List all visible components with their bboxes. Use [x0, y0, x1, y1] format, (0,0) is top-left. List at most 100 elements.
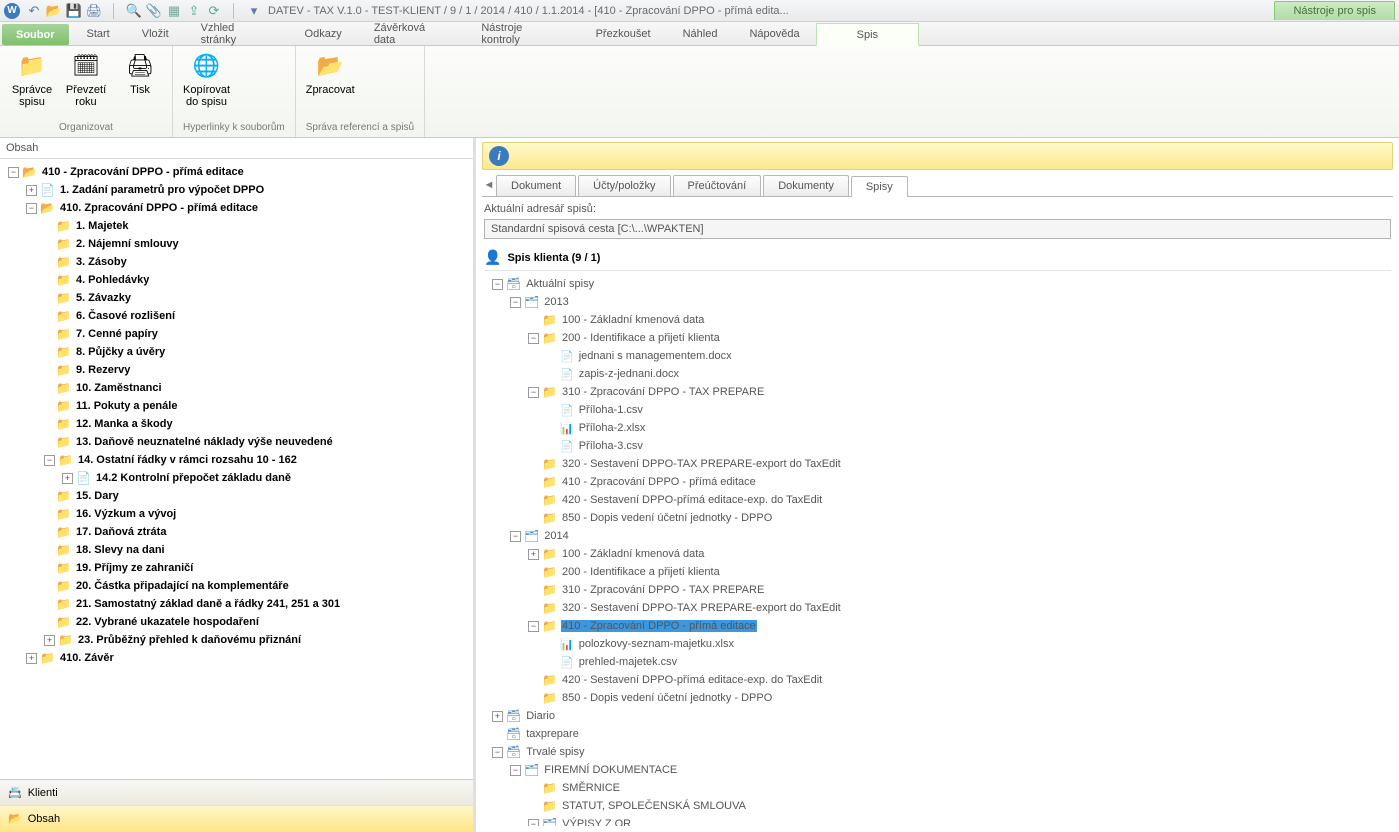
tree-item[interactable]: 📁5. Závazky: [4, 289, 471, 307]
tree-item[interactable]: 📁20. Částka připadající na komplementáře: [4, 577, 471, 595]
tree-item[interactable]: 📁320 - Sestavení DPPO-TAX PREPARE-export…: [488, 599, 1389, 617]
tab-preview[interactable]: Náhled: [667, 22, 734, 45]
tab-preuctovani[interactable]: Přeúčtování: [673, 175, 762, 196]
tree-item[interactable]: 📁9. Rezervy: [4, 361, 471, 379]
year-takeover-button[interactable]: 🗓Převzetíroku: [64, 50, 108, 108]
tree-file[interactable]: 📄prehled-majetek.csv: [488, 653, 1389, 671]
context-tab-header[interactable]: Nástroje pro spis: [1274, 1, 1395, 20]
tree-item[interactable]: 📁15. Dary: [4, 487, 471, 505]
spis-tree[interactable]: −🗃Aktuální spisy −🗂2013 📁100 - Základní …: [484, 270, 1391, 826]
tree-item[interactable]: +📁100 - Základní kmenová data: [488, 545, 1389, 563]
printer-icon: 🖨: [124, 50, 156, 82]
tab-spisy[interactable]: Spisy: [851, 176, 908, 197]
tree-item[interactable]: −🗂FIREMNÍ DOKUMENTACE: [488, 761, 1389, 779]
tab-file[interactable]: Soubor: [2, 24, 69, 45]
tree-item[interactable]: 📁6. Časové rozlišení: [4, 307, 471, 325]
tree-item[interactable]: 📁STATUT, SPOLEČENSKÁ SMLOUVA: [488, 797, 1389, 815]
folder-icon: 📁: [16, 50, 48, 82]
tree-item[interactable]: −🗃Aktuální spisy: [488, 275, 1389, 293]
copy-to-file-button[interactable]: 🌐Kopírovatdo spisu: [183, 50, 230, 108]
undo-icon[interactable]: ↶: [26, 3, 42, 19]
tree-item[interactable]: −📁310 - Zpracování DPPO - TAX PREPARE: [488, 383, 1389, 401]
tree-file[interactable]: 📄jednani s managementem.docx: [488, 347, 1389, 365]
tree-item[interactable]: 📁2. Nájemní smlouvy: [4, 235, 471, 253]
tab-spis[interactable]: Spis: [816, 23, 919, 46]
manager-button[interactable]: 📁Správcespisu: [10, 50, 54, 108]
tab-dokument[interactable]: Dokument: [496, 175, 576, 196]
tree-item[interactable]: −📁200 - Identifikace a přijetí klienta: [488, 329, 1389, 347]
tree-item[interactable]: −🗂2014: [488, 527, 1389, 545]
tree-item[interactable]: 📁17. Daňová ztráta: [4, 523, 471, 541]
tree-item[interactable]: 📁11. Pokuty a penále: [4, 397, 471, 415]
tree-item[interactable]: 📁320 - Sestavení DPPO-TAX PREPARE-export…: [488, 455, 1389, 473]
tree-item[interactable]: 🗃taxprepare: [488, 725, 1389, 743]
tree-item[interactable]: −🗃Trvalé spisy: [488, 743, 1389, 761]
tree-item[interactable]: 📁420 - Sestavení DPPO-přímá editace-exp.…: [488, 491, 1389, 509]
tree-item[interactable]: 📁850 - Dopis vedení účetní jednotky - DP…: [488, 689, 1389, 707]
tab-help[interactable]: Nápověda: [733, 22, 815, 45]
tree-item[interactable]: +📄14.2 Kontrolní přepočet základu daně: [4, 469, 471, 487]
tree-item[interactable]: −🗂2013: [488, 293, 1389, 311]
tab-ucty[interactable]: Účty/položky: [578, 175, 670, 196]
tree-file[interactable]: 📄zapis-z-jednani.docx: [488, 365, 1389, 383]
tree-item[interactable]: 📁12. Manka a škody: [4, 415, 471, 433]
tree-item[interactable]: +📁410. Závěr: [4, 649, 471, 667]
tree-item[interactable]: 📁8. Půjčky a úvěry: [4, 343, 471, 361]
open-icon[interactable]: 📂: [46, 3, 62, 19]
tree-item-selected[interactable]: −📁410 - Zpracování DPPO - přímá editace: [488, 617, 1389, 635]
tree-item[interactable]: −📂410. Zpracování DPPO - přímá editace: [4, 199, 471, 217]
tree-item[interactable]: 📁3. Zásoby: [4, 253, 471, 271]
tree-item[interactable]: +🗃Diario: [488, 707, 1389, 725]
tree-item[interactable]: 📁10. Zaměstnanci: [4, 379, 471, 397]
tab-dokumenty[interactable]: Dokumenty: [763, 175, 849, 196]
tree-item[interactable]: 📁410 - Zpracování DPPO - přímá editace: [488, 473, 1389, 491]
tab-start[interactable]: Start: [71, 22, 126, 45]
tree-file[interactable]: 📄Příloha-3.csv: [488, 437, 1389, 455]
tree-item[interactable]: 📁13. Daňově neuznatelné náklady výše neu…: [4, 433, 471, 451]
process-button[interactable]: 📂Zpracovat: [306, 50, 355, 96]
tree-item[interactable]: 📁850 - Dopis vedení účetní jednotky - DP…: [488, 509, 1389, 527]
attach-icon[interactable]: 📎: [146, 3, 162, 19]
tab-closing[interactable]: Závěrková data: [358, 22, 466, 45]
tab-control[interactable]: Nástroje kontroly: [465, 22, 579, 45]
form-icon[interactable]: ▦: [166, 3, 182, 19]
tree-item[interactable]: 📁1. Majetek: [4, 217, 471, 235]
tree-item[interactable]: 📁100 - Základní kmenová data: [488, 311, 1389, 329]
tab-links[interactable]: Odkazy: [289, 22, 358, 45]
tree-item[interactable]: 📁310 - Zpracování DPPO - TAX PREPARE: [488, 581, 1389, 599]
tree-item[interactable]: 📁22. Vybrané ukazatele hospodaření: [4, 613, 471, 631]
tree-file[interactable]: 📊Příloha-2.xlsx: [488, 419, 1389, 437]
tab-review[interactable]: Přezkoušet: [580, 22, 667, 45]
tree-item[interactable]: 📁18. Slevy na dani: [4, 541, 471, 559]
tree-item[interactable]: 📁200 - Identifikace a přijetí klienta: [488, 563, 1389, 581]
tab-insert[interactable]: Vložit: [126, 22, 185, 45]
tree-item[interactable]: −🗂VÝPISY Z OR: [488, 815, 1389, 826]
dir-path-input[interactable]: [484, 219, 1391, 239]
tab-layout[interactable]: Vzhled stránky: [185, 22, 289, 45]
content-tree[interactable]: −📂410 - Zpracování DPPO - přímá editace …: [0, 159, 473, 779]
help-icon[interactable]: ▾: [246, 3, 262, 19]
tree-item[interactable]: 📁SMĚRNICE: [488, 779, 1389, 797]
nav-clients[interactable]: 📇Klienti: [0, 780, 473, 806]
nav-content[interactable]: 📂Obsah: [0, 806, 473, 832]
tree-item[interactable]: 📁19. Příjmy ze zahraničí: [4, 559, 471, 577]
print-button[interactable]: 🖨Tisk: [118, 50, 162, 96]
refresh-icon[interactable]: ⟳: [206, 3, 222, 19]
tree-root[interactable]: −📂410 - Zpracování DPPO - přímá editace: [4, 163, 471, 181]
print-icon[interactable]: 🖨: [86, 3, 102, 19]
tree-file[interactable]: 📄Příloha-1.csv: [488, 401, 1389, 419]
tree-item[interactable]: +📄1. Zadání parametrů pro výpočet DPPO: [4, 181, 471, 199]
tree-item[interactable]: −📁14. Ostatní řádky v rámci rozsahu 10 -…: [4, 451, 471, 469]
tree-item[interactable]: 📁7. Cenné papíry: [4, 325, 471, 343]
search-icon[interactable]: 🔍: [126, 3, 142, 19]
save-icon[interactable]: 💾: [66, 3, 82, 19]
tree-item[interactable]: 📁420 - Sestavení DPPO-přímá editace-exp.…: [488, 671, 1389, 689]
tree-item[interactable]: 📁16. Výzkum a vývoj: [4, 505, 471, 523]
tree-item[interactable]: +📁23. Průběžný přehled k daňovému přizná…: [4, 631, 471, 649]
title-bar: W ↶ 📂 💾 🖨 │ 🔍 📎 ▦ ⇪ ⟳ │ ▾ DATEV - TAX V.…: [0, 0, 1399, 22]
tree-file[interactable]: 📊polozkovy-seznam-majetku.xlsx: [488, 635, 1389, 653]
export-icon[interactable]: ⇪: [186, 3, 202, 19]
tabs-scroll-left[interactable]: ◄: [482, 174, 496, 196]
tree-item[interactable]: 📁21. Samostatný základ daně a řádky 241,…: [4, 595, 471, 613]
tree-item[interactable]: 📁4. Pohledávky: [4, 271, 471, 289]
